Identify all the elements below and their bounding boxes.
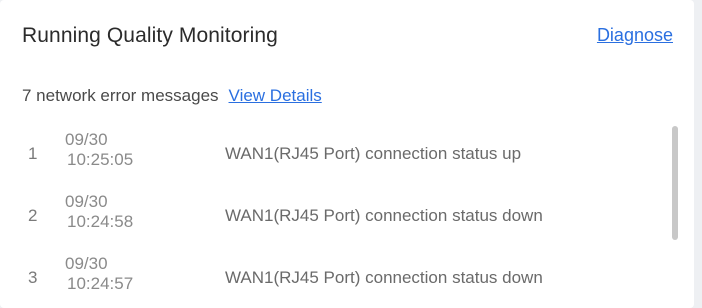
event-index: 3: [28, 268, 38, 287]
event-index: 2: [28, 206, 38, 225]
error-summary: 7 network error messages View Details: [22, 86, 322, 106]
event-date: 09/30: [65, 130, 108, 149]
event-row: 1 09/30 10:25:05 WAN1(RJ45 Port) connect…: [0, 126, 694, 186]
panel-title: Running Quality Monitoring: [22, 24, 278, 47]
event-row: 3 09/30 10:24:57 WAN1(RJ45 Port) connect…: [0, 250, 694, 308]
event-index: 1: [28, 144, 38, 163]
event-message: WAN1(RJ45 Port) connection status down: [225, 268, 543, 287]
event-timestamp: 09/30 10:24:58: [65, 192, 133, 232]
event-message: WAN1(RJ45 Port) connection status down: [225, 206, 543, 225]
event-time: 10:24:57: [67, 274, 134, 293]
event-row: 2 09/30 10:24:58 WAN1(RJ45 Port) connect…: [0, 188, 694, 248]
event-message: WAN1(RJ45 Port) connection status up: [225, 144, 522, 163]
diagnose-link[interactable]: Diagnose: [597, 25, 673, 46]
event-time: 10:25:05: [67, 150, 134, 169]
event-list-scrollbar[interactable]: [672, 126, 678, 240]
view-details-link[interactable]: View Details: [229, 86, 322, 105]
event-timestamp: 09/30 10:25:05: [65, 130, 133, 170]
event-date: 09/30: [65, 254, 108, 273]
event-date: 09/30: [65, 192, 108, 211]
event-time: 10:24:58: [67, 212, 134, 231]
event-list: 1 09/30 10:25:05 WAN1(RJ45 Port) connect…: [0, 126, 694, 308]
error-count-text: 7 network error messages: [22, 86, 219, 105]
event-timestamp: 09/30 10:24:57: [65, 254, 133, 294]
running-quality-panel: Running Quality Monitoring Diagnose 7 ne…: [0, 0, 694, 308]
